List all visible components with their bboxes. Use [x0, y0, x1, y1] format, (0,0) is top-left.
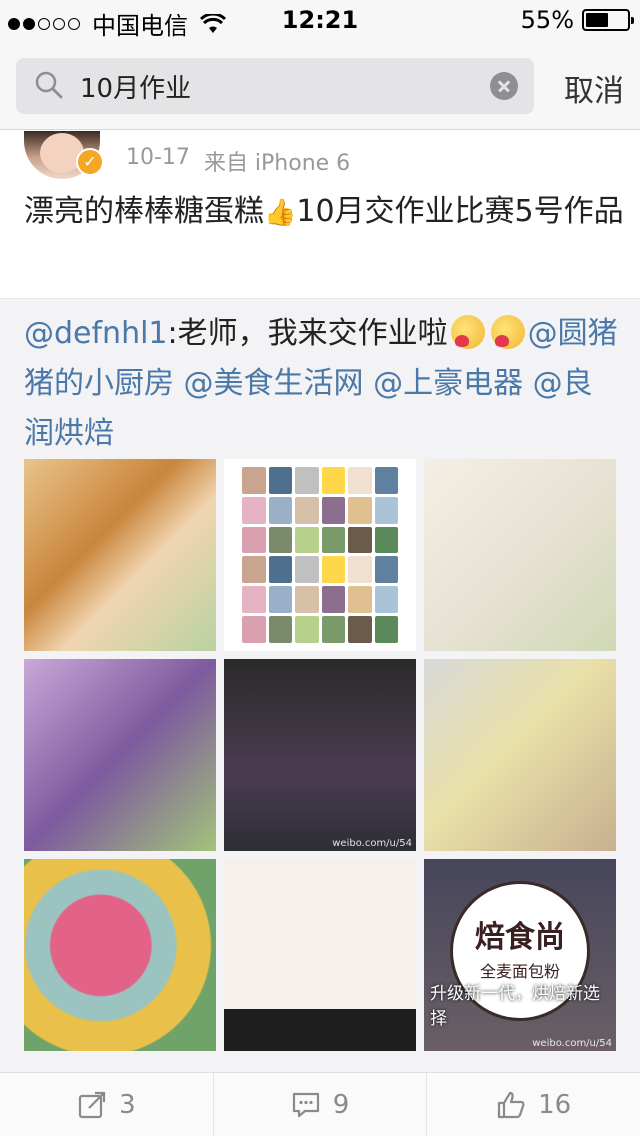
- photo-thumbnail-cake-pops-stand[interactable]: weibo.com/u/54: [224, 659, 416, 851]
- collage-tile: [295, 616, 319, 643]
- collage-tile: [268, 526, 292, 554]
- repost-card[interactable]: @defnhl1:老师，我来交作业啦 @圆猪猪的小厨房 @美食生活网 @上豪电器 …: [0, 298, 640, 1072]
- collage-tile: [374, 616, 398, 643]
- photo-thumbnail-avatar-collage[interactable]: [224, 459, 416, 651]
- collage-tile: [268, 586, 292, 614]
- photo-thumbnail-bouquet[interactable]: [24, 659, 216, 851]
- collage-tile: [268, 496, 292, 524]
- search-box[interactable]: [16, 58, 534, 114]
- post-text: 漂亮的棒棒糖蛋糕👍10月交作业比赛5号作品: [24, 187, 624, 238]
- photo-watermark: weibo.com/u/54: [332, 838, 412, 849]
- comment-count: 9: [332, 1089, 350, 1120]
- post-meta: 10-17 来自 iPhone 6: [126, 145, 350, 177]
- collage-tile: [321, 556, 345, 584]
- collage-tile: [295, 586, 319, 614]
- action-bar: 3 9 16: [0, 1072, 640, 1136]
- clear-search-icon[interactable]: [490, 72, 518, 100]
- collage-tiles: [242, 467, 398, 643]
- collage-tile: [295, 526, 319, 554]
- photo-thumbnail-colorful-cake-pops[interactable]: [24, 859, 216, 1051]
- like-count: 16: [538, 1089, 572, 1120]
- collage-tile: [374, 526, 398, 554]
- search-input[interactable]: [80, 58, 480, 114]
- thumbs-up-icon: [498, 1091, 525, 1118]
- logo-main-text: 焙食尚: [475, 920, 565, 955]
- photo-thumbnail-flour-ad[interactable]: 焙食尚 全麦面包粉 升级新一代，烘焙新选择 weibo.com/u/54: [424, 859, 616, 1051]
- post-text-before: 漂亮的棒棒糖蛋糕: [24, 194, 264, 229]
- collage-tile: [374, 556, 398, 584]
- kiss-emoji-icon: [490, 315, 525, 349]
- collage-tile: [268, 467, 292, 494]
- collage-tile: [242, 586, 266, 614]
- photo-grid: weibo.com/u/54 焙食尚 全麦面包粉 升级新一代，烘焙新选择 wei…: [24, 459, 616, 1051]
- photo-watermark: weibo.com/u/54: [532, 1038, 612, 1049]
- comment-icon: [292, 1092, 319, 1117]
- collage-tile: [295, 467, 319, 494]
- collage-tile: [374, 586, 398, 614]
- photo-thumbnail-cake-pop-closeup[interactable]: [424, 659, 616, 851]
- battery-fill: [586, 13, 608, 27]
- collage-tile: [348, 586, 372, 614]
- collage-tile: [295, 556, 319, 584]
- photo-thumbnail-cake-pop-book[interactable]: [424, 459, 616, 651]
- repost-text-body: :老师，我来交作业啦: [167, 316, 448, 351]
- cancel-button[interactable]: 取消: [564, 66, 624, 110]
- post-text-after: 10月交作业比赛5号作品: [296, 194, 624, 229]
- collage-tile: [242, 526, 266, 554]
- collage-tile: [348, 467, 372, 494]
- like-button[interactable]: 16: [427, 1073, 640, 1136]
- repost-icon: [78, 1091, 106, 1118]
- collage-tile: [268, 556, 292, 584]
- photo-thumbnail-book-cover[interactable]: [24, 459, 216, 651]
- collage-tile: [321, 496, 345, 524]
- mention-link[interactable]: @上豪电器: [373, 366, 523, 401]
- collage-tile: [295, 496, 319, 524]
- kiss-emoji-icon: [450, 315, 485, 349]
- repost-button[interactable]: 3: [0, 1073, 214, 1136]
- thumbs-up-emoji-icon: 👍: [264, 198, 297, 228]
- battery-icon: [582, 9, 634, 31]
- collage-tile: [242, 616, 266, 643]
- author-mention-link[interactable]: @defnhl1: [24, 316, 168, 351]
- collage-tile: [242, 556, 266, 584]
- photo-caption: 升级新一代，烘焙新选择: [430, 984, 600, 1029]
- collage-tile: [348, 496, 372, 524]
- comment-button[interactable]: 9: [214, 1073, 428, 1136]
- collage-tile: [268, 616, 292, 643]
- collage-tile: [321, 616, 345, 643]
- collage-tile: [321, 586, 345, 614]
- search-bar: 取消: [0, 40, 640, 130]
- verified-badge-icon: ✓: [76, 148, 104, 176]
- collage-tile: [374, 467, 398, 494]
- collage-tile: [348, 556, 372, 584]
- status-bar: 中国电信 12:21 55%: [0, 0, 640, 40]
- collage-tile: [374, 496, 398, 524]
- collage-tile: [321, 526, 345, 554]
- collage-tile: [242, 496, 266, 524]
- repost-count: 3: [119, 1089, 136, 1120]
- post-source: 来自 iPhone 6: [203, 151, 351, 176]
- search-icon: [35, 71, 63, 99]
- collage-tile: [321, 467, 345, 494]
- collage-tile: [348, 526, 372, 554]
- status-right: 55%: [520, 6, 634, 34]
- battery-percent: 55%: [520, 6, 574, 34]
- collage-tile: [348, 616, 372, 643]
- collage-tile: [242, 467, 266, 494]
- post-time: 10-17: [126, 145, 190, 170]
- photo-thumbnail-stand-mixer-ad[interactable]: [224, 859, 416, 1051]
- mention-link[interactable]: @美食生活网: [184, 366, 364, 401]
- repost-text: @defnhl1:老师，我来交作业啦 @圆猪猪的小厨房 @美食生活网 @上豪电器 …: [24, 309, 620, 459]
